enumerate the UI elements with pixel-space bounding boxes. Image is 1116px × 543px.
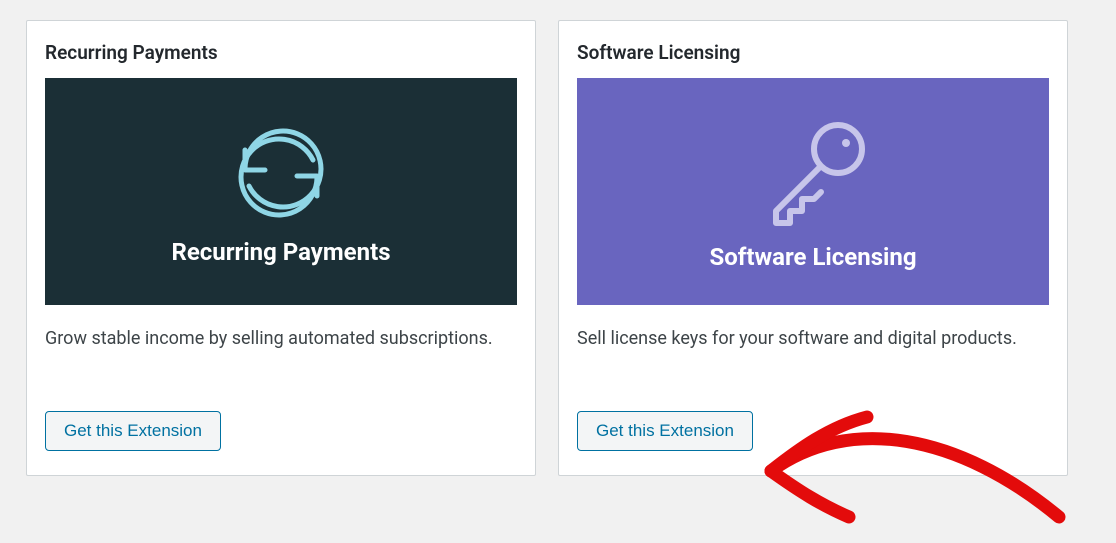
annotation-arrow-icon [759, 399, 1079, 539]
key-icon [748, 113, 878, 233]
extension-card-software-licensing: Software Licensing Software Licensing Se… [558, 20, 1068, 476]
get-extension-button[interactable]: Get this Extension [45, 411, 221, 451]
hero-label: Software Licensing [709, 243, 916, 271]
extension-card-recurring-payments: Recurring Payments Recurring Payments Gr… [26, 20, 536, 476]
extension-hero-image: Software Licensing [577, 78, 1049, 305]
extension-description: Grow stable income by selling automated … [45, 325, 517, 353]
get-extension-button[interactable]: Get this Extension [577, 411, 753, 451]
extension-hero-image: Recurring Payments [45, 78, 517, 305]
hero-label: Recurring Payments [171, 238, 390, 266]
refresh-cycle-icon [221, 118, 341, 228]
extension-card-grid: Recurring Payments Recurring Payments Gr… [0, 0, 1116, 496]
extension-description: Sell license keys for your software and … [577, 325, 1049, 353]
card-title: Software Licensing [577, 41, 1049, 64]
card-title: Recurring Payments [45, 41, 517, 64]
